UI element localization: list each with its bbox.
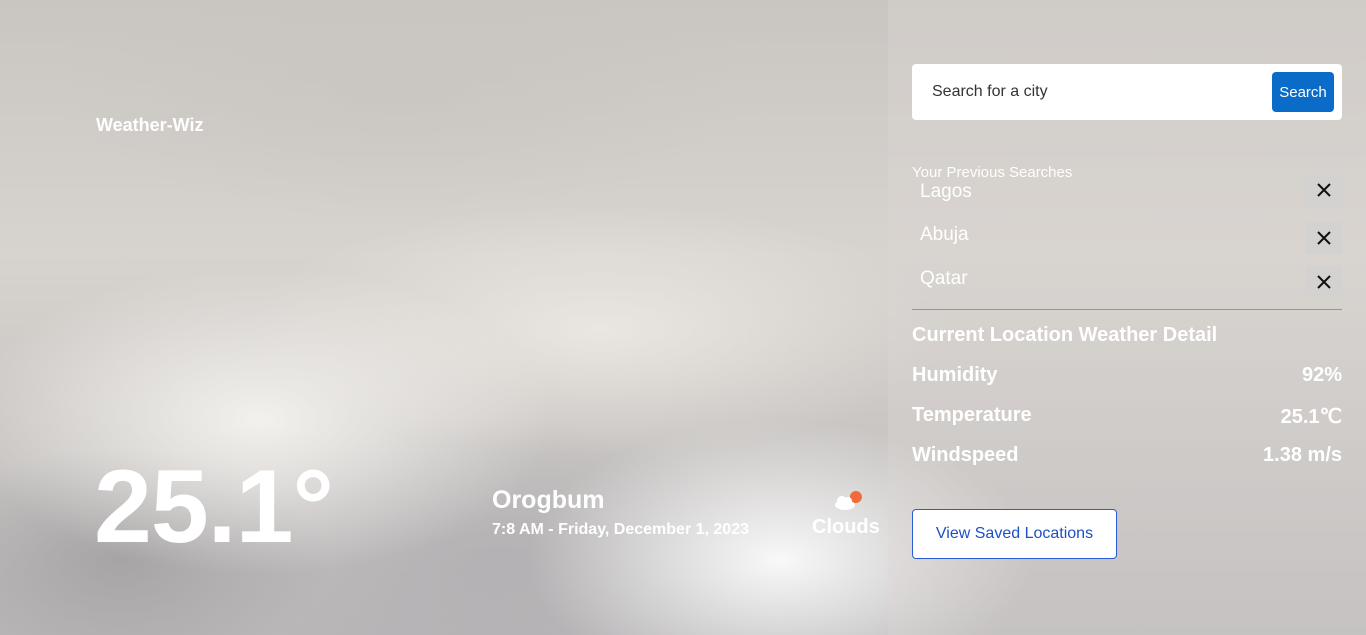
previous-search-label[interactable]: Qatar (920, 268, 968, 290)
main-weather-area: Weather-Wiz 25.1° Orogbum 7:8 AM - Frida… (0, 0, 888, 635)
date-time: 7:8 AM - Friday, December 1, 2023 (492, 521, 749, 538)
close-icon (1317, 183, 1331, 197)
search-button[interactable]: Search (1272, 72, 1334, 112)
weather-detail-title: Current Location Weather Detail (912, 324, 1218, 346)
windspeed-label: Windspeed (912, 444, 1019, 466)
side-panel: Search Your Previous Searches Lagos Abuj… (888, 0, 1366, 635)
search-bar: Search (912, 64, 1342, 120)
remove-search-button[interactable] (1306, 174, 1342, 208)
temperature-row: Temperature 25.1℃ (912, 404, 1342, 428)
previous-search-item[interactable]: Qatar (912, 266, 1342, 310)
current-temperature: 25.1° (94, 449, 334, 565)
condition-label: Clouds (812, 516, 880, 538)
remove-search-button[interactable] (1306, 222, 1342, 254)
temperature-value: 25.1℃ (1280, 406, 1342, 428)
search-input[interactable] (912, 64, 1262, 120)
previous-search-label[interactable]: Lagos (920, 181, 972, 203)
close-icon (1317, 275, 1331, 289)
weather-condition: Clouds (812, 486, 880, 539)
humidity-row: Humidity 92% (912, 364, 1342, 387)
location-block: Orogbum 7:8 AM - Friday, December 1, 202… (492, 486, 749, 539)
city-name: Orogbum (492, 486, 605, 514)
previous-searches-list: Lagos Abuja Qatar (912, 174, 1342, 310)
windspeed-value: 1.38 m/s (1263, 444, 1342, 466)
brand-logo-text[interactable]: Weather-Wiz (96, 115, 204, 136)
view-saved-locations-button[interactable]: View Saved Locations (912, 509, 1117, 559)
cloud-sun-icon (828, 486, 864, 514)
previous-search-label[interactable]: Abuja (920, 224, 969, 246)
remove-search-button[interactable] (1306, 266, 1342, 298)
previous-search-item[interactable]: Lagos (912, 174, 1342, 222)
temperature-label: Temperature (912, 404, 1032, 426)
humidity-label: Humidity (912, 364, 998, 386)
windspeed-row: Windspeed 1.38 m/s (912, 444, 1342, 467)
close-icon (1317, 231, 1331, 245)
previous-search-item[interactable]: Abuja (912, 222, 1342, 266)
humidity-value: 92% (1301, 364, 1342, 386)
